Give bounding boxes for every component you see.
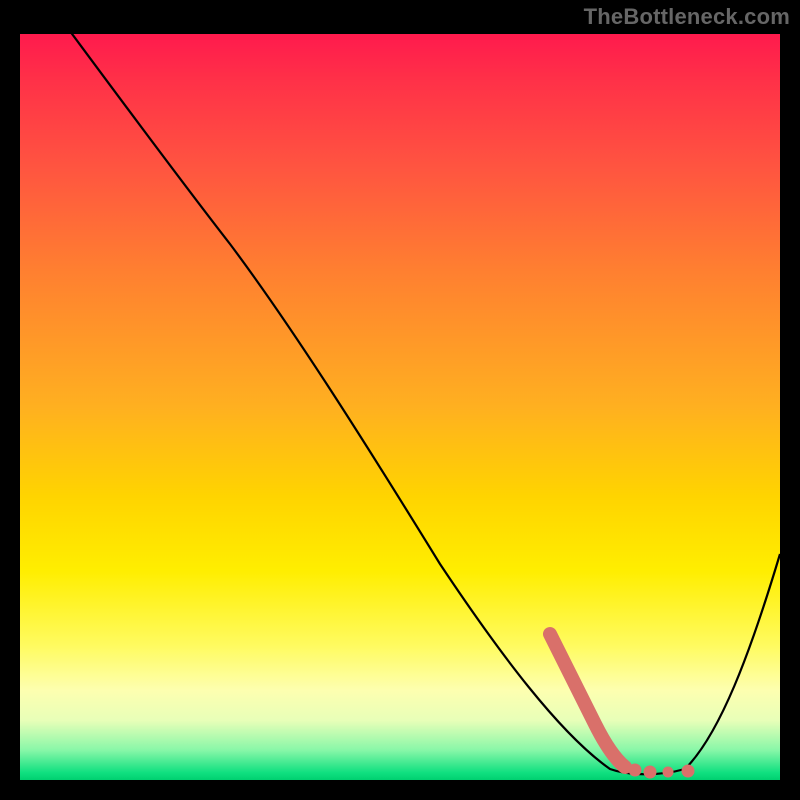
optimal-marker [550, 634, 694, 778]
chart-container: TheBottleneck.com [0, 0, 800, 800]
bottleneck-curve [20, 34, 780, 774]
plot-area [20, 34, 780, 780]
curve-layer [20, 34, 780, 780]
attribution-text: TheBottleneck.com [584, 4, 790, 30]
